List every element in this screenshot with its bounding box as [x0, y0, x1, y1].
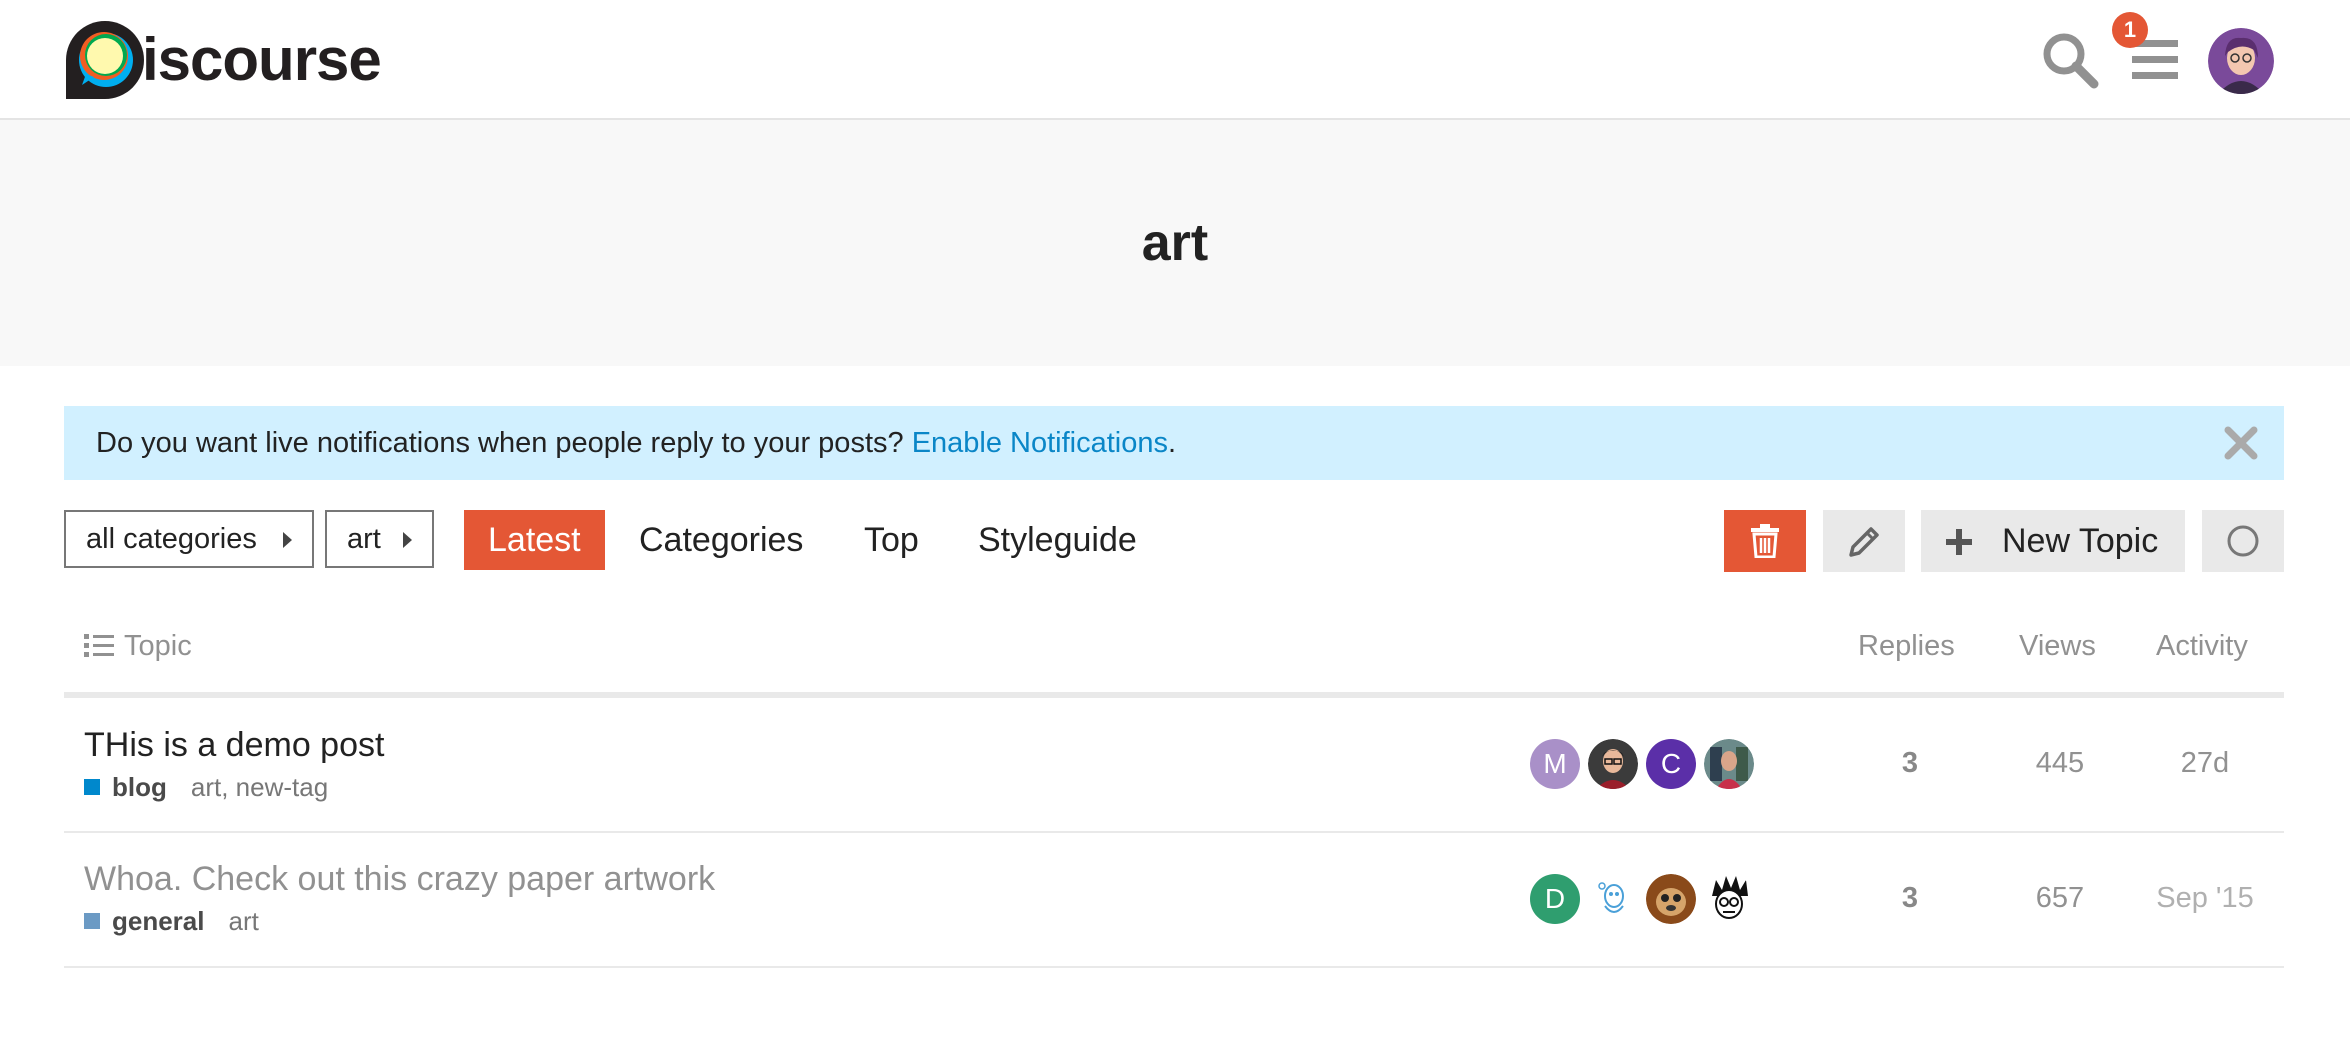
category-badge[interactable]: general — [112, 906, 205, 936]
pencil-icon — [1849, 527, 1879, 557]
poster-avatars: D — [1530, 874, 1762, 924]
poster-avatar[interactable] — [1588, 739, 1638, 789]
topic-tags[interactable]: art — [229, 906, 259, 936]
alert-suffix: . — [1168, 427, 1177, 459]
column-header-activity[interactable]: Activity — [2156, 626, 2248, 666]
topic-activity[interactable]: Sep '15 — [2150, 878, 2260, 918]
poster-avatar[interactable] — [1646, 874, 1696, 924]
user-avatar-image — [2208, 28, 2274, 94]
poster-avatars: M C — [1530, 739, 1762, 789]
subcategory-dropdown[interactable]: art — [325, 510, 434, 568]
list-icon — [84, 634, 114, 657]
edit-category-button[interactable] — [1823, 510, 1905, 572]
poster-avatar-image — [1588, 739, 1638, 789]
category-badge[interactable]: blog — [112, 772, 167, 802]
column-header-topic[interactable]: Topic — [84, 626, 192, 666]
row-divider — [64, 831, 2284, 833]
topic-views: 657 — [2035, 882, 2085, 914]
site-logo[interactable]: iscourse — [64, 18, 382, 102]
topic-meta: general art — [84, 906, 259, 936]
subcategory-dropdown-label: art — [347, 523, 381, 555]
discourse-logo-icon — [66, 21, 144, 99]
poster-avatar[interactable]: D — [1530, 874, 1580, 924]
plus-icon — [1946, 529, 1972, 555]
topic-replies: 3 — [1901, 747, 1919, 779]
topic-title-link[interactable]: THis is a demo post — [84, 725, 384, 765]
topic-title-link[interactable]: Whoa. Check out this crazy paper artwork — [84, 859, 715, 899]
tab-styleguide[interactable]: Styleguide — [978, 510, 1137, 570]
poster-avatar-image — [1704, 739, 1754, 789]
topic-meta: blog art, new-tag — [84, 772, 328, 802]
column-header-replies[interactable]: Replies — [1858, 626, 1955, 666]
poster-avatar-image — [1704, 874, 1754, 924]
tab-latest[interactable]: Latest — [464, 510, 605, 570]
topic-replies: 3 — [1901, 882, 1919, 914]
caret-right-icon — [403, 532, 412, 548]
column-header-views[interactable]: Views — [2019, 626, 2096, 666]
notification-badge[interactable]: 1 — [2112, 12, 2148, 48]
new-topic-button[interactable]: New Topic — [1921, 510, 2185, 572]
notification-level-button[interactable] — [2202, 510, 2284, 572]
trash-icon — [1751, 524, 1779, 558]
poster-avatar[interactable] — [1704, 739, 1754, 789]
category-dropdown-label: all categories — [86, 523, 257, 555]
category-dropdown[interactable]: all categories — [64, 510, 314, 568]
search-icon[interactable] — [2040, 30, 2100, 90]
delete-button[interactable] — [1724, 510, 1806, 572]
new-topic-label: New Topic — [2002, 522, 2159, 560]
circle-icon — [2227, 525, 2259, 557]
topic-tags[interactable]: art, new-tag — [191, 772, 328, 802]
poster-avatar[interactable]: C — [1646, 739, 1696, 789]
enable-notifications-link[interactable]: Enable Notifications — [912, 427, 1168, 459]
column-header-topic-label: Topic — [124, 630, 192, 662]
category-banner: art — [0, 120, 2350, 366]
poster-avatar[interactable] — [1588, 874, 1638, 924]
row-divider — [64, 966, 2284, 968]
site-header: iscourse 1 — [0, 0, 2350, 120]
notifications-alert: Do you want live notifications when peop… — [64, 406, 2284, 480]
poster-avatar-image — [1646, 874, 1696, 924]
logo-text: iscourse — [142, 26, 382, 93]
poster-avatar[interactable] — [1704, 874, 1754, 924]
topic-views: 445 — [2035, 747, 2085, 779]
poster-avatar-image — [1588, 874, 1638, 924]
user-avatar[interactable] — [2208, 28, 2274, 94]
alert-text: Do you want live notifications when peop… — [96, 427, 912, 459]
tab-categories[interactable]: Categories — [639, 510, 803, 570]
close-icon[interactable] — [2222, 424, 2260, 462]
topic-activity[interactable]: 27d — [2150, 743, 2260, 783]
poster-avatar[interactable]: M — [1530, 739, 1580, 789]
caret-right-icon — [283, 532, 292, 548]
tab-top[interactable]: Top — [864, 510, 919, 570]
category-color-badge — [84, 779, 100, 795]
category-color-badge — [84, 913, 100, 929]
category-title: art — [1141, 214, 1209, 272]
header-divider — [64, 692, 2284, 698]
